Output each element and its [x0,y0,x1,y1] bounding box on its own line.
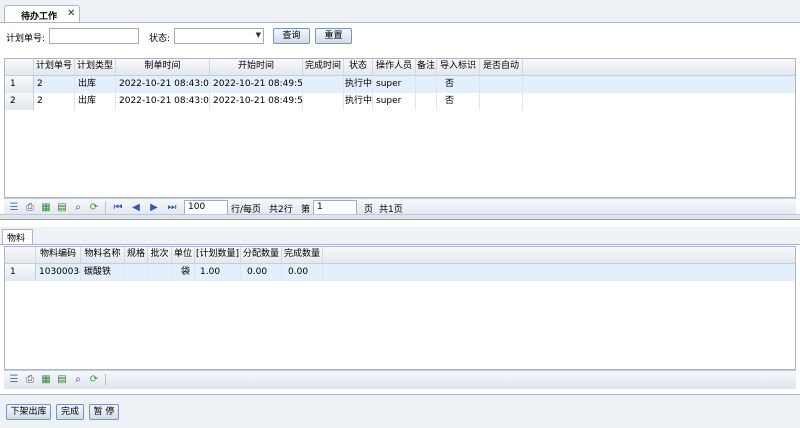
col-batch[interactable]: 批次 [148,247,172,263]
col-created[interactable]: 制单时间 [116,59,210,75]
col-import[interactable]: 导入标识 [437,59,480,75]
status-select[interactable]: ▼ [174,28,264,44]
refresh-icon[interactable]: ⟳ [88,374,100,386]
print-icon[interactable]: ⎙ [24,202,36,214]
tab-material-label: 物料 [7,234,26,244]
status-label: 状态: [149,34,171,44]
export-icon[interactable]: ▤ [56,374,68,386]
table-row[interactable]: 1 2 出库 2022-10-21 08:43:00 2022-10-21 08… [5,76,795,93]
plan-grid: 计划单号 计划类型 制单时间 开始时间 完成时间 状态 操作人员 备注 导入标识… [4,58,796,198]
action-bar: 下架出库 完成 暂 停 [0,394,800,428]
tab-material[interactable]: 物料 [2,229,33,244]
unload-outbound-button[interactable]: 下架出库 [6,404,51,420]
tab-pending-work[interactable]: 待办工作 ✕ [4,5,80,22]
plan-no-label: 计划单号: [6,34,46,44]
list-icon[interactable]: ☰ [8,202,20,214]
list-icon[interactable]: ☰ [8,374,20,386]
col-remark[interactable]: 备注 [416,59,437,75]
panel-splitter[interactable] [0,214,800,220]
col-auto[interactable]: 是否自动 [480,59,523,75]
search-icon[interactable]: ⌕ [72,374,84,386]
col-unit[interactable]: 单位 [172,247,195,263]
page-number-input[interactable]: 1 [313,200,357,215]
col-status[interactable]: 状态 [344,59,373,75]
next-page-icon[interactable]: ▶ [148,202,160,214]
tab-strip: 待办工作 ✕ [0,0,800,23]
query-button[interactable]: 查询 [273,28,310,44]
export-icon[interactable]: ▤ [56,202,68,214]
material-grid-header: 物料编码 物料名称 规格 批次 单位 [计划数量] 分配数量 完成数量 [5,247,795,264]
col-done-qty[interactable]: 完成数量 [282,247,323,263]
first-page-icon[interactable]: ⏮ [112,202,124,214]
excel-icon[interactable]: ▦ [40,202,52,214]
col-material-code[interactable]: 物料编码 [36,247,81,263]
tab-label: 待办工作 [21,12,58,22]
col-alloc-qty[interactable]: 分配数量 [241,247,282,263]
print-icon[interactable]: ⎙ [24,374,36,386]
col-plan-type[interactable]: 计划类型 [75,59,116,75]
finish-button[interactable]: 完成 [56,404,84,420]
table-row[interactable]: 2 2 出库 2022-10-21 08:43:00 2022-10-21 08… [5,93,795,110]
col-plan-no[interactable]: 计划单号 [34,59,75,75]
col-operator[interactable]: 操作人员 [373,59,416,75]
page-size-input[interactable]: 100 [184,200,228,215]
detail-tab-strip: 物料 [0,227,800,245]
search-icon[interactable]: ⌕ [72,202,84,214]
last-page-icon[interactable]: ⏭ [166,202,178,214]
col-finish[interactable]: 完成时间 [303,59,344,75]
material-grid-pager: ☰ ⎙ ▦ ▤ ⌕ ⟳ [4,370,796,389]
col-spec[interactable]: 规格 [125,247,148,263]
table-row[interactable]: 1 10300038 碳酸铁 袋 1.00 0.00 0.00 [5,264,795,281]
prev-page-icon[interactable]: ◀ [130,202,142,214]
col-material-name[interactable]: 物料名称 [81,247,125,263]
plan-grid-header: 计划单号 计划类型 制单时间 开始时间 完成时间 状态 操作人员 备注 导入标识… [5,59,795,76]
reset-button[interactable]: 重置 [315,28,352,44]
chevron-down-icon: ▼ [255,31,261,39]
pause-button[interactable]: 暂 停 [89,404,119,420]
col-plan-qty[interactable]: [计划数量] [195,247,241,263]
plan-no-input[interactable] [49,28,139,44]
refresh-icon[interactable]: ⟳ [88,202,100,214]
col-start[interactable]: 开始时间 [210,59,303,75]
close-icon[interactable]: ✕ [67,8,75,19]
excel-icon[interactable]: ▦ [40,374,52,386]
material-grid: 物料编码 物料名称 规格 批次 单位 [计划数量] 分配数量 完成数量 1 10… [4,246,796,370]
